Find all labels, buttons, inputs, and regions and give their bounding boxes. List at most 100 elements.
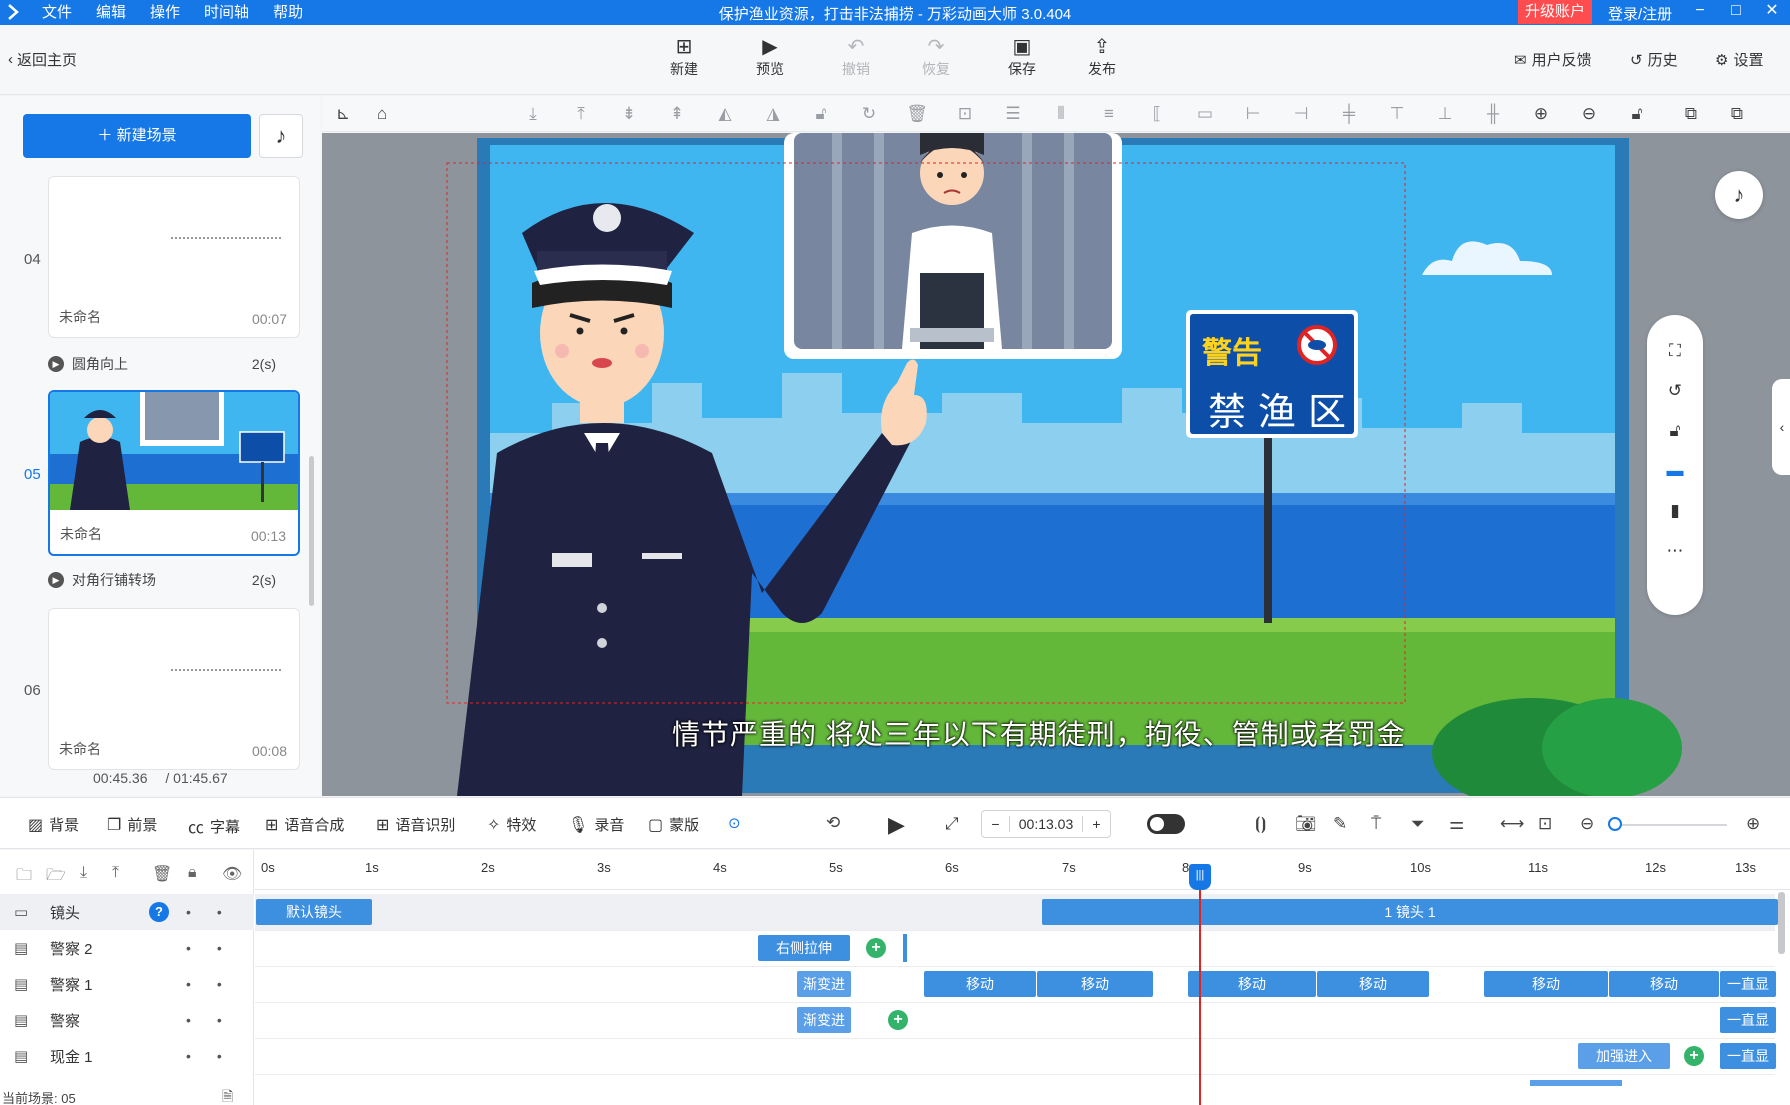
zoom-out-icon[interactable]: ⊖ (1580, 814, 1594, 834)
track-toggles[interactable]: •• (186, 976, 248, 992)
timeline-scrollbar[interactable] (1778, 892, 1785, 954)
fit-width-icon[interactable]: ⟷ (1500, 814, 1524, 834)
more-options-icon[interactable]: ⊙ (728, 814, 741, 832)
animation-segment[interactable]: 一直显 (1720, 1007, 1776, 1033)
move-down-icon[interactable]: ⤓ (80, 864, 87, 882)
preview-button[interactable]: ▶ 预览 (740, 35, 800, 79)
scene-card[interactable]: 未命名 00:07 (48, 176, 300, 338)
lock-icon[interactable]: 🔒︎ (188, 864, 197, 882)
foreground-button[interactable]: ❐ 前景 (107, 814, 157, 835)
flip-horizontal-icon[interactable]: ◭ (714, 104, 736, 124)
transition-item[interactable]: ▶ 圆角向上 2(s) (48, 354, 300, 374)
history-button[interactable]: ↺ 历史 (1630, 49, 1678, 70)
new-folder-icon[interactable]: 🗀︎ (16, 864, 32, 891)
replay-icon[interactable]: ⟲ (826, 813, 840, 833)
center-h-icon[interactable]: ╪ (1338, 104, 1360, 124)
ratio-icon[interactable]: ⊡ (1538, 814, 1552, 834)
scene-scrollbar[interactable] (309, 456, 314, 606)
rotate-device-icon[interactable]: ↺ (1664, 381, 1686, 401)
track-row[interactable]: ▭ 镜头 ? •• (0, 894, 254, 930)
effects-button[interactable]: ✧ 特效 (487, 814, 536, 835)
center-v-icon[interactable]: ╫ (1482, 104, 1504, 124)
music-icon[interactable]: ♪ (259, 114, 303, 158)
animation-segment[interactable]: 渐变进 (797, 971, 851, 997)
document-icon[interactable]: 🗎︎ (222, 1086, 233, 1105)
time-minus-button[interactable]: − (982, 816, 1010, 832)
camera-segment[interactable]: 1 镜头 1 (1042, 899, 1778, 925)
group-icon[interactable]: ⊡ (954, 104, 976, 124)
track-toggles[interactable]: •• (186, 1012, 248, 1028)
track-row[interactable]: ▤ 现金 1 •• (0, 1038, 254, 1074)
fit-screen-icon[interactable]: ⛶ (1664, 341, 1686, 361)
help-icon[interactable]: ? (149, 902, 169, 922)
bring-forward-icon[interactable]: ⇞ (666, 104, 688, 124)
add-animation-icon[interactable]: + (866, 938, 886, 958)
login-button[interactable]: 登录/注册 (1608, 3, 1672, 24)
align-top-icon[interactable]: ⤒ (570, 104, 592, 124)
unlock-icon[interactable]: 🔓︎ (1626, 104, 1648, 124)
copy-icon[interactable]: ⧉ (1680, 104, 1702, 124)
publish-button[interactable]: ⇪ 发布 (1072, 35, 1132, 79)
subtitle-button[interactable]: ㏄字幕 (188, 814, 240, 838)
bracket-icon[interactable]: ⟦ (1146, 104, 1168, 124)
animation-segment[interactable]: 移动 (1037, 971, 1153, 997)
add-animation-icon[interactable]: + (1684, 1046, 1704, 1066)
playhead-handle[interactable]: ||| (1189, 864, 1211, 890)
background-button[interactable]: ▨ 背景 (28, 814, 79, 835)
track-row[interactable]: ▤ 警察 1 •• (0, 966, 254, 1002)
track-toggles[interactable]: •• (186, 940, 248, 956)
minimize-icon[interactable]: − (1685, 0, 1715, 24)
flip-vertical-icon[interactable]: ◮ (762, 104, 784, 124)
redo-button[interactable]: ↷ 恢复 (906, 35, 966, 79)
animation-segment-partial[interactable] (1530, 1080, 1622, 1086)
align-left-icon[interactable]: ⊢ (1242, 104, 1264, 124)
track-toggles[interactable]: •• (186, 1048, 248, 1064)
same-width-icon[interactable]: ▭ (1194, 104, 1216, 124)
animation-segment[interactable]: 移动 (924, 971, 1036, 997)
mask-button[interactable]: ▢ 蒙版 (648, 814, 699, 835)
paste-icon[interactable]: ⧉ (1726, 104, 1748, 124)
maximize-icon[interactable]: □ (1721, 0, 1751, 24)
record-button[interactable]: 🎙︎ 录音 (568, 814, 624, 835)
animation-segment[interactable]: 右侧拉伸 (758, 935, 850, 961)
zoom-in-icon[interactable]: ⊕ (1746, 814, 1760, 834)
rotate-icon[interactable]: ↻ (858, 104, 880, 124)
mobile-icon[interactable]: ▮ (1664, 501, 1686, 521)
feedback-button[interactable]: ✉ 用户反馈 (1514, 49, 1592, 70)
add-folder-icon[interactable]: 🗁︎ (46, 864, 66, 891)
save-button[interactable]: ▣ 保存 (992, 35, 1052, 79)
collapse-panel-icon[interactable]: ‹ (1772, 379, 1790, 475)
animation-segment[interactable]: 一直显 (1720, 971, 1776, 997)
zoom-out-icon[interactable]: ⊖ (1578, 104, 1600, 124)
animation-segment[interactable]: 一直显 (1720, 1043, 1776, 1069)
time-plus-button[interactable]: + (1082, 816, 1110, 832)
time-input[interactable]: − 00:13.03 + (981, 810, 1111, 838)
align-right-icon[interactable]: ⊣ (1290, 104, 1312, 124)
track-toggles[interactable]: •• (186, 904, 248, 920)
upgrade-button[interactable]: 升级账户 (1518, 0, 1593, 24)
bottom-edge-icon[interactable]: ⊥ (1434, 104, 1456, 124)
animation-segment[interactable]: 移动 (1609, 971, 1719, 997)
close-icon[interactable]: ✕ (1757, 0, 1787, 24)
delete-icon[interactable]: 🗑︎ (906, 104, 928, 124)
track-row[interactable]: ▤ 警察 2 •• (0, 930, 254, 966)
transition-item[interactable]: ▶ 对角行铺转场 2(s) (48, 570, 300, 590)
time-ruler[interactable]: 0s 1s 2s 3s 4s 5s 6s 7s 8 9s 10s 11s 12s… (255, 850, 1790, 890)
home-icon[interactable]: ⌂ (371, 104, 393, 124)
animation-segment[interactable]: 移动 (1317, 971, 1429, 997)
align-center-icon[interactable]: ☰ (1002, 104, 1024, 124)
zoom-in-icon[interactable]: ⊕ (1530, 104, 1552, 124)
more-icon[interactable]: ⋯ (1664, 541, 1686, 561)
scene-card-selected[interactable]: 未命名 00:13 (48, 390, 300, 556)
sliders-icon[interactable]: ⚌ (1449, 814, 1464, 834)
zoom-slider-knob[interactable] (1608, 817, 1622, 831)
stage-subtitle[interactable]: 情节严重的 将处三年以下有期徒刑，拘役、管制或者罚金 (672, 713, 1406, 753)
camera-segment[interactable]: 默认镜头 (256, 899, 372, 925)
speech-recognition-button[interactable]: ⊞ 语音识别 (376, 814, 455, 835)
back-home-button[interactable]: ‹ 返回主页 (8, 49, 77, 70)
align-middle-icon[interactable]: ≡ (1098, 104, 1120, 124)
pin-icon[interactable]: ⍑ (1371, 814, 1381, 834)
lock-icon[interactable]: 🔓︎ (1664, 421, 1686, 441)
filter-icon[interactable]: ⏷ (1411, 814, 1425, 834)
desktop-icon[interactable]: ▬ (1664, 461, 1686, 481)
